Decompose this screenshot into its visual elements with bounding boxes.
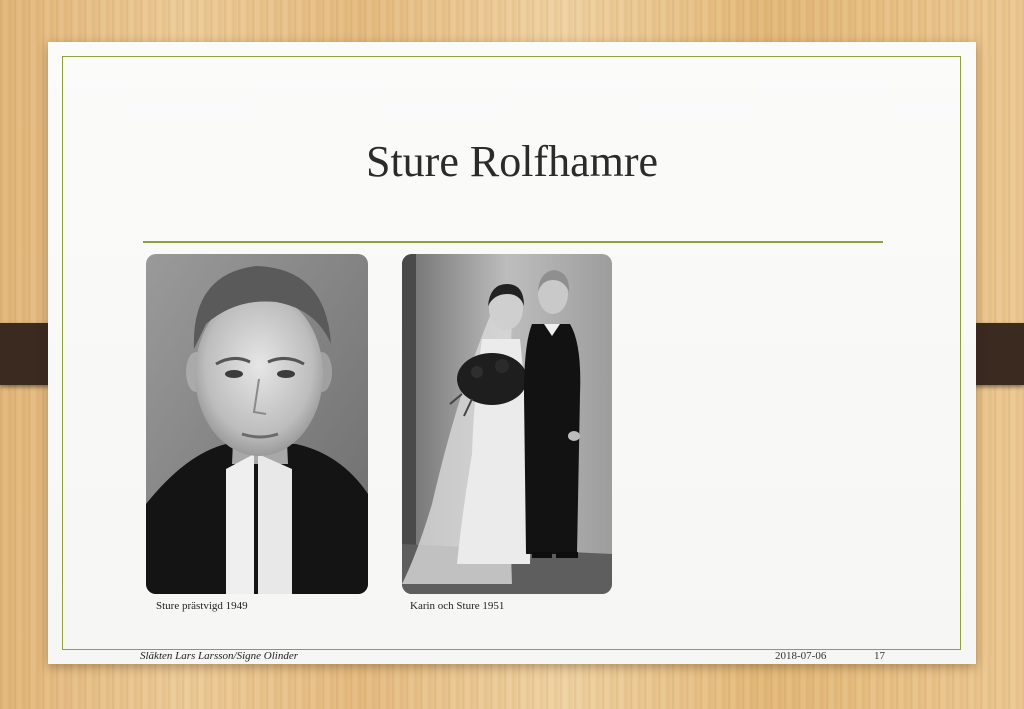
footer-text: Släkten Lars Larsson/Signe Olinder — [140, 650, 298, 662]
wedding-photo — [402, 254, 612, 594]
footer-date: 2018-07-06 — [775, 650, 827, 662]
wedding-caption: Karin och Sture 1951 — [410, 600, 505, 612]
slide-title: Sture Rolfhamre — [365, 137, 659, 186]
portrait-photo — [146, 254, 368, 594]
page-number: 17 — [874, 650, 885, 662]
title-divider — [143, 241, 883, 243]
portrait-caption: Sture prästvigd 1949 — [156, 600, 248, 612]
slide: Sture Rolfhamre Sture prästvigd 1949 Kar… — [48, 42, 976, 664]
